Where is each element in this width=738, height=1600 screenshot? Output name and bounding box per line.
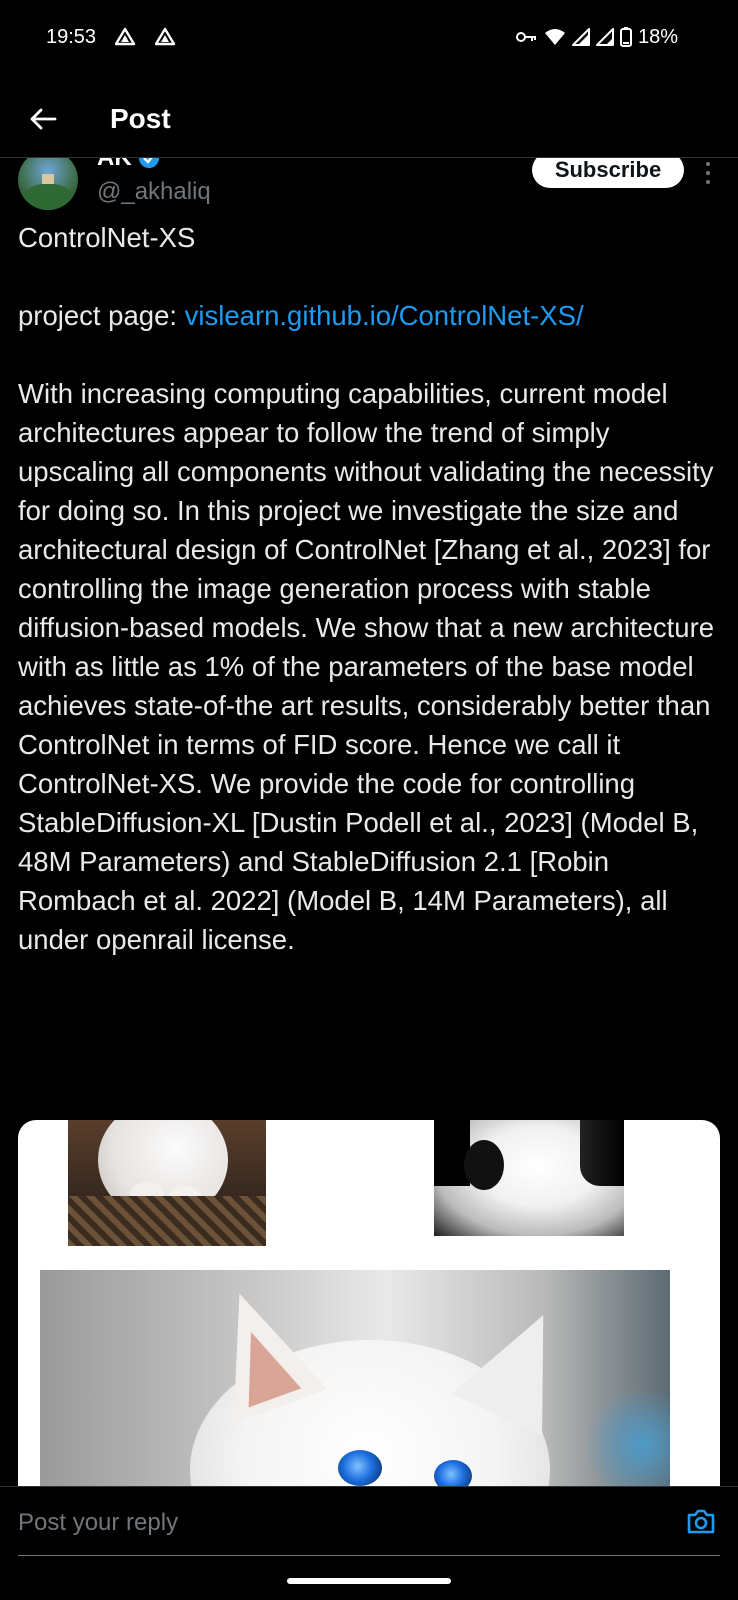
verified-badge-icon [138,158,159,168]
more-vertical-icon[interactable] [700,162,716,192]
camera-icon[interactable] [686,1507,716,1535]
post-body-text: With increasing computing capabilities, … [18,378,715,955]
project-line: project page: vislearn.github.io/Control… [18,296,720,335]
media-image[interactable] [18,1120,720,1500]
subscribe-button[interactable]: Subscribe [532,158,684,188]
signal-icon [571,28,590,46]
status-right: 18% [515,25,678,49]
back-button[interactable] [28,104,58,134]
depth-map-thumbnail [434,1120,624,1236]
reply-underline [18,1555,720,1556]
status-time: 19:53 [46,25,97,48]
reply-bar [0,1486,738,1559]
signal-icon [595,28,614,46]
status-left: 19:53 [46,26,176,49]
avatar[interactable] [18,158,78,210]
reply-input[interactable] [18,1487,658,1559]
home-indicator[interactable] [287,1578,451,1584]
author-handle[interactable]: @_akhaliq [97,178,211,206]
project-prefix: project page: [18,300,185,331]
post-title-line: ControlNet-XS [18,222,196,253]
post-text: ControlNet-XS project page: vislearn.git… [18,218,720,959]
author-row: AK @_akhaliq Subscribe [0,158,738,214]
author-name-row[interactable]: AK [97,158,160,172]
author-name: AK [97,158,132,172]
kitten-thumbnail [68,1120,266,1246]
generated-kitten-image [40,1270,670,1500]
key-icon [515,30,538,44]
drive-icon [114,27,136,47]
page-title: Post [110,102,171,134]
battery-icon [619,27,632,47]
battery-percent: 18% [637,25,678,48]
app-header: Post [0,80,738,158]
drive-icon [154,27,176,47]
status-bar: 19:53 18% [0,0,738,74]
project-link[interactable]: vislearn.github.io/ControlNet-XS/ [185,300,584,331]
arrow-left-icon [30,108,57,129]
wifi-icon [544,28,566,46]
